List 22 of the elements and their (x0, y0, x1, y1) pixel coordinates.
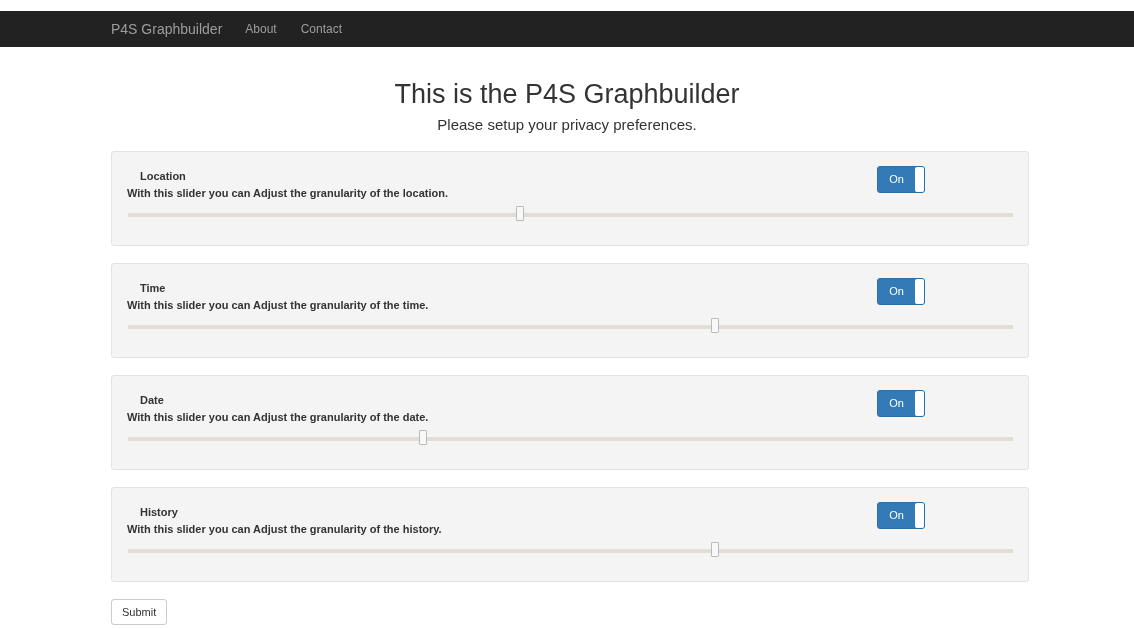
brand-link[interactable]: P4S Graphbuilder (111, 21, 223, 37)
slider-description: With this slider you can Adjust the granularity of the history. (127, 523, 443, 535)
preference-title: Date (140, 394, 164, 406)
preference-title: History (140, 506, 178, 518)
slider-thumb[interactable] (419, 430, 428, 445)
slider-thumb[interactable] (515, 206, 524, 221)
page-subtitle: Please setup your privacy preferences. (436, 116, 698, 133)
toggle-switch[interactable]: On (877, 166, 925, 193)
slider-thumb[interactable] (710, 318, 719, 333)
slider-thumb[interactable] (710, 542, 719, 557)
toggle-switch[interactable]: On (877, 278, 925, 305)
toggle-switch[interactable]: On (877, 502, 925, 529)
slider-description: With this slider you can Adjust the granularity of the location. (127, 187, 449, 199)
slider-description: With this slider you can Adjust the granularity of the time. (127, 299, 430, 311)
preference-title: Location (140, 170, 186, 182)
preference-title: Time (140, 282, 166, 294)
nav-link[interactable]: Contact (300, 22, 342, 36)
nav-link[interactable]: About (245, 22, 277, 36)
toggle-switch[interactable]: On (877, 390, 925, 417)
page-title: This is the P4S Graphbuilder (393, 79, 741, 110)
submit-button[interactable]: Submit (111, 599, 168, 625)
slider-description: With this slider you can Adjust the granularity of the date. (127, 411, 430, 423)
